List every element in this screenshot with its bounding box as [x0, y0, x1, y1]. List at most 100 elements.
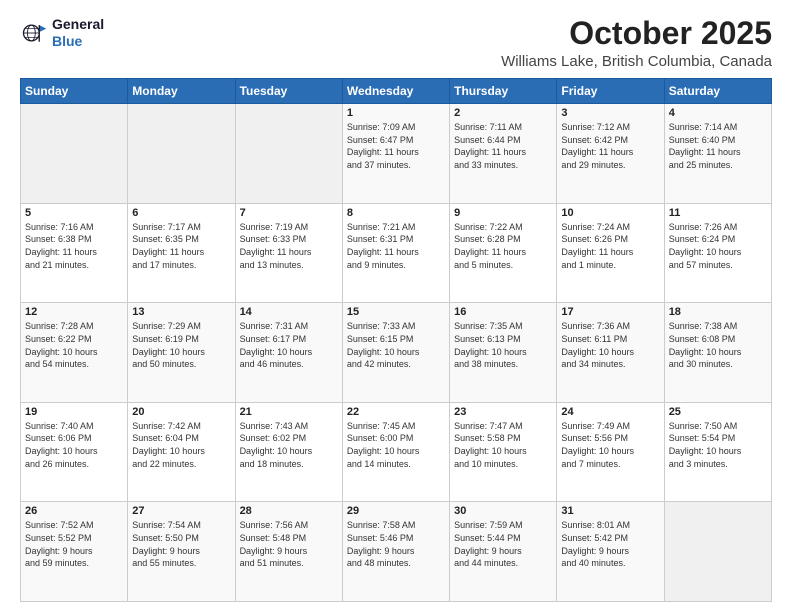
- day-number: 22: [347, 406, 445, 418]
- calendar-table: Sunday Monday Tuesday Wednesday Thursday…: [20, 78, 772, 602]
- table-row: 30Sunrise: 7:59 AM Sunset: 5:44 PM Dayli…: [450, 502, 557, 602]
- day-number: 18: [669, 306, 767, 318]
- day-info: Sunrise: 7:58 AM Sunset: 5:46 PM Dayligh…: [347, 519, 445, 569]
- table-row: 5 Sunrise: 7:16 AM Sunset: 6:38 PM Daylig…: [21, 203, 128, 303]
- day-info: Sunrise: 8:01 AM Sunset: 5:42 PM Dayligh…: [561, 519, 659, 569]
- col-tuesday: Tuesday: [235, 79, 342, 104]
- day-info: Sunrise: 7:38 AM Sunset: 6:08 PM Dayligh…: [669, 320, 767, 370]
- day-info: Sunrise: 7:35 AM Sunset: 6:13 PM Dayligh…: [454, 320, 552, 370]
- table-row: 23 Sunrise: 7:47 AM Sunset: 5:58 PM Dayli…: [450, 402, 557, 502]
- table-row: 7Sunrise: 7:19 AM Sunset: 6:33 PM Daylig…: [235, 203, 342, 303]
- table-row: 21Sunrise: 7:43 AM Sunset: 6:02 PM Dayli…: [235, 402, 342, 502]
- table-row: 20Sunrise: 7:42 AM Sunset: 6:04 PM Dayli…: [128, 402, 235, 502]
- calendar-week-1: 1 Sunrise: 7:09 AM Sunset: 6:47 PM Daylig…: [21, 104, 772, 204]
- day-info: Sunrise: 7:09 AM Sunset: 6:47 PM Dayligh…: [347, 121, 445, 171]
- day-number: 3: [561, 107, 659, 119]
- day-info: Sunrise: 7:21 AM Sunset: 6:31 PM Dayligh…: [347, 221, 445, 271]
- table-row: 19 Sunrise: 7:40 AM Sunset: 6:06 PM Dayli…: [21, 402, 128, 502]
- month-title: October 2025: [501, 16, 772, 51]
- day-info: Sunrise: 7:50 AM Sunset: 5:54 PM Dayligh…: [669, 420, 767, 470]
- day-number: 25: [669, 406, 767, 418]
- calendar-header-row: Sunday Monday Tuesday Wednesday Thursday…: [21, 79, 772, 104]
- day-number: 29: [347, 505, 445, 517]
- table-row: 24Sunrise: 7:49 AM Sunset: 5:56 PM Dayli…: [557, 402, 664, 502]
- table-row: 15Sunrise: 7:33 AM Sunset: 6:15 PM Dayli…: [342, 303, 449, 403]
- page: General Blue October 2025 Williams Lake,…: [0, 0, 792, 612]
- logo-text: General Blue: [52, 16, 104, 50]
- day-info: Sunrise: 7:16 AM Sunset: 6:38 PM Dayligh…: [25, 221, 123, 271]
- day-number: 14: [240, 306, 338, 318]
- day-info: Sunrise: 7:29 AM Sunset: 6:19 PM Dayligh…: [132, 320, 230, 370]
- day-info: Sunrise: 7:14 AM Sunset: 6:40 PM Dayligh…: [669, 121, 767, 171]
- logo: General Blue: [20, 16, 104, 50]
- table-row: 10 Sunrise: 7:24 AM Sunset: 6:26 PM Dayli…: [557, 203, 664, 303]
- day-number: 9: [454, 207, 552, 219]
- day-info: Sunrise: 7:24 AM Sunset: 6:26 PM Dayligh…: [561, 221, 659, 271]
- calendar-week-3: 12Sunrise: 7:28 AM Sunset: 6:22 PM Dayli…: [21, 303, 772, 403]
- table-row: [664, 502, 771, 602]
- day-info: Sunrise: 7:31 AM Sunset: 6:17 PM Dayligh…: [240, 320, 338, 370]
- location-title: Williams Lake, British Columbia, Canada: [501, 53, 772, 70]
- table-row: 17 Sunrise: 7:36 AM Sunset: 6:11 PM Dayli…: [557, 303, 664, 403]
- day-info: Sunrise: 7:54 AM Sunset: 5:50 PM Dayligh…: [132, 519, 230, 569]
- day-number: 5: [25, 207, 123, 219]
- day-number: 23: [454, 406, 552, 418]
- table-row: 25 Sunrise: 7:50 AM Sunset: 5:54 PM Dayli…: [664, 402, 771, 502]
- day-number: 28: [240, 505, 338, 517]
- table-row: 29 Sunrise: 7:58 AM Sunset: 5:46 PM Dayli…: [342, 502, 449, 602]
- col-thursday: Thursday: [450, 79, 557, 104]
- day-number: 4: [669, 107, 767, 119]
- calendar-week-2: 5 Sunrise: 7:16 AM Sunset: 6:38 PM Daylig…: [21, 203, 772, 303]
- day-number: 6: [132, 207, 230, 219]
- table-row: 1 Sunrise: 7:09 AM Sunset: 6:47 PM Daylig…: [342, 104, 449, 204]
- day-number: 8: [347, 207, 445, 219]
- col-monday: Monday: [128, 79, 235, 104]
- day-number: 17: [561, 306, 659, 318]
- day-info: Sunrise: 7:36 AM Sunset: 6:11 PM Dayligh…: [561, 320, 659, 370]
- table-row: 12Sunrise: 7:28 AM Sunset: 6:22 PM Dayli…: [21, 303, 128, 403]
- table-row: 9Sunrise: 7:22 AM Sunset: 6:28 PM Daylig…: [450, 203, 557, 303]
- title-block: October 2025 Williams Lake, British Colu…: [501, 16, 772, 70]
- table-row: 2Sunrise: 7:11 AM Sunset: 6:44 PM Daylig…: [450, 104, 557, 204]
- day-info: Sunrise: 7:56 AM Sunset: 5:48 PM Dayligh…: [240, 519, 338, 569]
- col-friday: Friday: [557, 79, 664, 104]
- table-row: 16 Sunrise: 7:35 AM Sunset: 6:13 PM Dayli…: [450, 303, 557, 403]
- table-row: 14 Sunrise: 7:31 AM Sunset: 6:17 PM Dayli…: [235, 303, 342, 403]
- day-info: Sunrise: 7:11 AM Sunset: 6:44 PM Dayligh…: [454, 121, 552, 171]
- day-number: 21: [240, 406, 338, 418]
- table-row: 27Sunrise: 7:54 AM Sunset: 5:50 PM Dayli…: [128, 502, 235, 602]
- day-number: 13: [132, 306, 230, 318]
- day-number: 15: [347, 306, 445, 318]
- calendar-week-5: 26Sunrise: 7:52 AM Sunset: 5:52 PM Dayli…: [21, 502, 772, 602]
- day-info: Sunrise: 7:19 AM Sunset: 6:33 PM Dayligh…: [240, 221, 338, 271]
- header: General Blue October 2025 Williams Lake,…: [20, 16, 772, 70]
- day-number: 10: [561, 207, 659, 219]
- day-info: Sunrise: 7:26 AM Sunset: 6:24 PM Dayligh…: [669, 221, 767, 271]
- day-info: Sunrise: 7:12 AM Sunset: 6:42 PM Dayligh…: [561, 121, 659, 171]
- calendar-body: 1 Sunrise: 7:09 AM Sunset: 6:47 PM Daylig…: [21, 104, 772, 602]
- calendar-week-4: 19 Sunrise: 7:40 AM Sunset: 6:06 PM Dayli…: [21, 402, 772, 502]
- logo-blue-text: Blue: [52, 33, 82, 49]
- day-number: 20: [132, 406, 230, 418]
- col-wednesday: Wednesday: [342, 79, 449, 104]
- table-row: [235, 104, 342, 204]
- day-number: 19: [25, 406, 123, 418]
- logo-general: General: [52, 16, 104, 32]
- day-number: 11: [669, 207, 767, 219]
- logo-icon: [20, 19, 48, 47]
- table-row: 8 Sunrise: 7:21 AM Sunset: 6:31 PM Daylig…: [342, 203, 449, 303]
- day-number: 16: [454, 306, 552, 318]
- day-info: Sunrise: 7:52 AM Sunset: 5:52 PM Dayligh…: [25, 519, 123, 569]
- col-sunday: Sunday: [21, 79, 128, 104]
- day-info: Sunrise: 7:47 AM Sunset: 5:58 PM Dayligh…: [454, 420, 552, 470]
- day-info: Sunrise: 7:28 AM Sunset: 6:22 PM Dayligh…: [25, 320, 123, 370]
- day-number: 1: [347, 107, 445, 119]
- day-info: Sunrise: 7:45 AM Sunset: 6:00 PM Dayligh…: [347, 420, 445, 470]
- day-info: Sunrise: 7:40 AM Sunset: 6:06 PM Dayligh…: [25, 420, 123, 470]
- table-row: 11 Sunrise: 7:26 AM Sunset: 6:24 PM Dayli…: [664, 203, 771, 303]
- table-row: 3 Sunrise: 7:12 AM Sunset: 6:42 PM Daylig…: [557, 104, 664, 204]
- day-info: Sunrise: 7:49 AM Sunset: 5:56 PM Dayligh…: [561, 420, 659, 470]
- table-row: 31 Sunrise: 8:01 AM Sunset: 5:42 PM Dayli…: [557, 502, 664, 602]
- table-row: [128, 104, 235, 204]
- day-number: 31: [561, 505, 659, 517]
